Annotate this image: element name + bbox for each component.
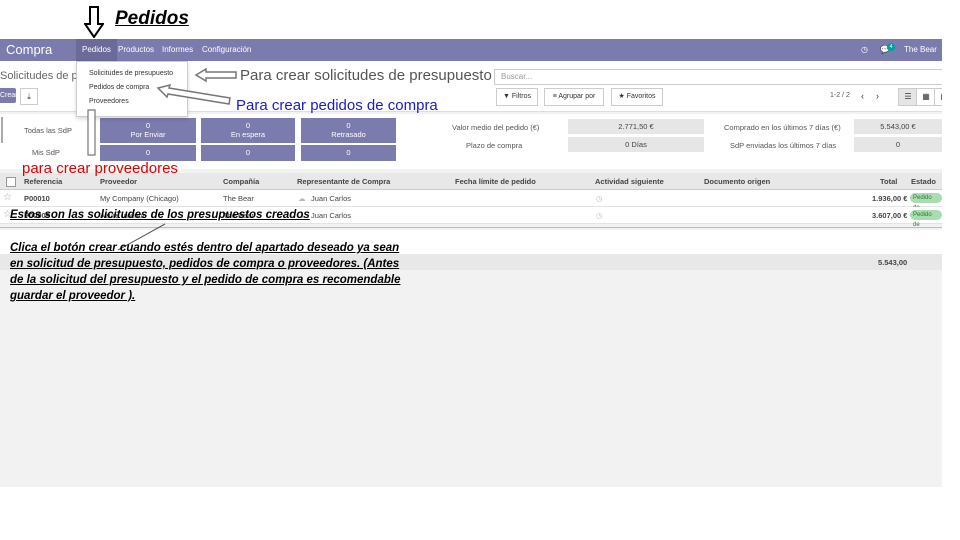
footer-total: 5.543,00 (878, 258, 908, 267)
col-representante[interactable]: Representante de Compra (297, 177, 390, 186)
tile-retrasado[interactable]: 0 Retrasado (301, 118, 396, 143)
tile-mine-en-espera[interactable]: 0 (201, 145, 295, 161)
kanban-view-icon[interactable]: ▦ (916, 88, 936, 106)
menu-informes[interactable]: Informes (162, 45, 193, 54)
pager-value: 1-2 / 2 (830, 92, 850, 99)
star-icon[interactable]: ☆ (3, 192, 12, 203)
col-total[interactable]: Total (880, 177, 897, 186)
stat-label-avg: Valor medio del pedido (€) (452, 123, 540, 132)
download-icon[interactable]: ⤓ (20, 88, 38, 105)
tile-value: 0 (145, 121, 151, 130)
stat-label-bought: Comprado en los últimos 7 días (€) (724, 123, 841, 132)
cell-vendor: My Company (Chicago) (100, 194, 179, 203)
filters-label: Filtros (511, 93, 531, 100)
dropdown-item-proveedores[interactable]: Proveedores (89, 98, 129, 105)
tile-mine-por-enviar[interactable]: 0 (100, 145, 196, 161)
divider (0, 227, 942, 228)
annotation-title: Pedidos (115, 8, 189, 29)
menu-productos[interactable]: Productos (118, 45, 154, 54)
list-view-icon[interactable]: ☰ (898, 88, 918, 106)
annotation-instrucciones: Clica el botón crear cuando estés dentro… (10, 242, 401, 302)
favorites-label: Favoritos (626, 93, 656, 100)
annotation-presupuestos: Estos son las solicitudes de los presupu… (10, 209, 310, 221)
status-badge: Pedido de (910, 210, 942, 228)
tile-en-espera[interactable]: 0 En espera (201, 118, 295, 143)
list-icon: ≡ (552, 93, 557, 100)
user-menu[interactable]: The Bear (904, 45, 937, 54)
next-page-icon[interactable]: › (876, 91, 879, 101)
calendar-view-icon[interactable]: ▤ (934, 88, 942, 106)
annotation-solicitudes: Para crear solicitudes de presupuesto (240, 67, 492, 84)
filters-button[interactable]: ▼ Filtros (496, 88, 538, 106)
search-placeholder: Buscar... (501, 72, 533, 81)
col-actividad[interactable]: Actividad siguiente (595, 177, 664, 186)
table-row[interactable]: ☆ P00010 My Company (Chicago) The Bear ☁… (0, 190, 942, 211)
cell-company: The Bear (223, 194, 254, 203)
tile-label: En espera (230, 130, 266, 139)
stat-label-sent: SdP enviadas los últimos 7 días (730, 141, 837, 150)
messages-badge: 4 (887, 43, 895, 51)
favorites-button[interactable]: ★ Favoritos (611, 88, 663, 106)
cell-rep: Juan Carlos (311, 194, 352, 203)
app-brand[interactable]: Compra (6, 42, 52, 57)
menu-configuracion[interactable]: Configuración (202, 45, 251, 54)
stat-label-lead: Plazo de compra (466, 141, 523, 150)
prev-page-icon[interactable]: ‹ (861, 91, 864, 101)
cell-rep: Juan Carlos (311, 211, 352, 220)
menu-pedidos[interactable]: Pedidos (76, 39, 117, 61)
dash-row-all: Todas las SdP (24, 126, 72, 135)
stat-value-lead: 0 Días (568, 137, 704, 152)
tile-value: 0 (245, 121, 251, 130)
dropdown-item-solicitudes[interactable]: Solicitudes de presupuesto (89, 70, 173, 77)
down-arrow-icon (84, 6, 104, 38)
stat-value-bought: 5.543,00 € (854, 119, 942, 134)
search-input[interactable]: Buscar... (494, 69, 942, 85)
col-fecha-limite[interactable]: Fecha límite de pedido (455, 177, 536, 186)
col-compania[interactable]: Compañía (223, 177, 259, 186)
cell-total: 1.936,00 € (872, 194, 908, 203)
tile-value: 0 (346, 121, 351, 130)
annotation-pedidos: Para crear pedidos de compra (236, 97, 438, 114)
col-documento[interactable]: Documento origen (704, 177, 770, 186)
activity-clock-icon[interactable]: ◷ (596, 194, 603, 203)
stat-value-sent: 0 (854, 137, 942, 152)
tile-mine-retrasado[interactable]: 0 (301, 145, 396, 161)
col-proveedor[interactable]: Proveedor (100, 177, 137, 186)
status-badge: Pedido de (910, 193, 942, 211)
star-icon: ★ (618, 93, 625, 100)
col-estado[interactable]: Estado (911, 177, 936, 186)
stat-value-avg: 2.771,50 € (568, 119, 704, 134)
annotation-proveedores: para crear proveedores (22, 160, 178, 177)
navbar: Compra Pedidos Productos Informes Config… (0, 39, 942, 61)
col-referencia[interactable]: Referencia (24, 177, 62, 186)
dash-row-mine: Mis SdP (32, 148, 60, 157)
avatar-icon: ☁ (298, 194, 306, 203)
tile-label: Retrasado (331, 130, 366, 139)
group-by-button[interactable]: ≡ Agrupar por (544, 88, 604, 106)
tile-label: Por Enviar (130, 130, 166, 139)
activity-clock-icon[interactable]: ◷ (596, 211, 603, 220)
pedidos-dropdown: Solicitudes de presupuesto Pedidos de co… (76, 61, 188, 117)
dropdown-item-pedidos[interactable]: Pedidos de compra (89, 84, 149, 91)
cell-total: 3.607,00 € (872, 211, 908, 220)
group-by-label: Agrupar por (558, 93, 596, 100)
clock-icon[interactable]: ◷ (861, 45, 868, 54)
create-button[interactable]: Crear (0, 88, 18, 103)
tile-por-enviar[interactable]: 0 Por Enviar (100, 118, 196, 143)
cell-ref: P00010 (24, 194, 50, 203)
filter-icon: ▼ (503, 93, 510, 100)
select-all-checkbox[interactable] (6, 177, 16, 187)
